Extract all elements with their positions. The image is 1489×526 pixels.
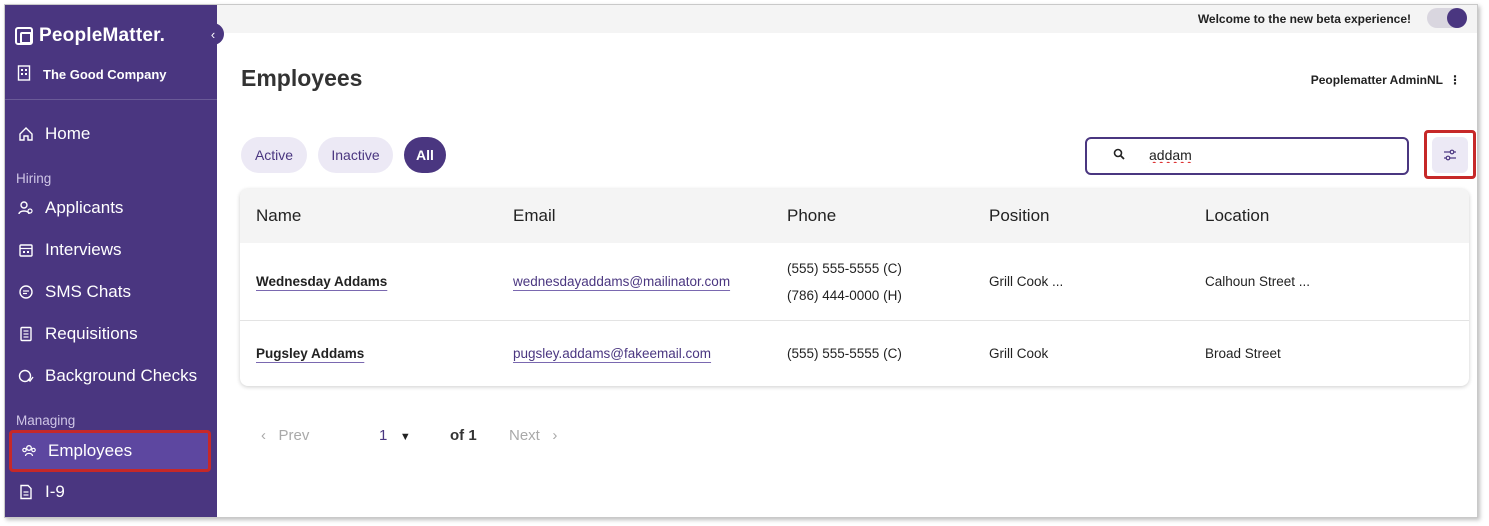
sidebar-item-label: Requisitions: [45, 324, 138, 343]
employee-phone: (555) 555-5555 (C): [787, 346, 902, 361]
employees-table: Name Email Phone Position Location Wedne…: [240, 189, 1469, 386]
prev-label: Prev: [278, 427, 310, 444]
home-icon: [17, 125, 35, 143]
employee-name-link[interactable]: Wednesday Addams: [256, 274, 387, 289]
document-icon: [17, 483, 35, 501]
calendar-icon: [17, 241, 35, 259]
collapse-sidebar-button[interactable]: ‹: [202, 23, 224, 45]
user-menu[interactable]: Peoplematter AdminNL ⋮: [1311, 73, 1461, 87]
employee-name-link[interactable]: Pugsley Addams: [256, 346, 364, 361]
user-search-icon: [17, 199, 35, 217]
sidebar-item-label: Interviews: [45, 240, 122, 259]
table-row[interactable]: Wednesday Addams wednesdayaddams@mailina…: [240, 243, 1469, 321]
brand-logo: PeopleMatter.: [15, 25, 165, 47]
toggle-knob: [1447, 8, 1467, 28]
next-label: Next: [509, 427, 540, 444]
sidebar-item-interviews[interactable]: Interviews: [17, 235, 122, 265]
beta-message: Welcome to the new beta experience!: [1197, 12, 1411, 26]
column-header-email[interactable]: Email: [513, 206, 556, 226]
employee-email-link[interactable]: pugsley.addams@fakeemail.com: [513, 346, 711, 361]
sidebar-item-requisitions[interactable]: Requisitions: [17, 319, 138, 349]
sidebar-item-applicants[interactable]: Applicants: [17, 193, 123, 223]
next-page-button[interactable]: Next ›: [509, 427, 557, 444]
prev-page-button[interactable]: ‹ Prev: [261, 427, 309, 444]
search-box: [1085, 137, 1409, 175]
users-icon: [20, 442, 38, 460]
brand-name: PeopleMatter.: [39, 25, 166, 46]
filter-chip-inactive[interactable]: Inactive: [318, 137, 393, 173]
company-name: The Good Company: [43, 67, 167, 82]
employee-email-link[interactable]: wednesdayaddams@mailinator.com: [513, 274, 730, 289]
beta-toggle[interactable]: [1427, 8, 1467, 28]
peoplematter-logo-icon: [15, 27, 33, 45]
search-icon: [1113, 148, 1125, 163]
app-window: PeopleMatter. The Good Company Home Hiri…: [4, 4, 1478, 518]
table-row[interactable]: Pugsley Addams pugsley.addams@fakeemail.…: [240, 321, 1469, 386]
column-header-position[interactable]: Position: [989, 206, 1049, 226]
sidebar-item-sms-chats[interactable]: SMS Chats: [17, 277, 131, 307]
sliders-icon: [1432, 136, 1468, 173]
employee-position: Grill Cook: [989, 346, 1049, 361]
employee-phone: (555) 555-5555 (C): [787, 261, 902, 276]
sidebar-item-label: I-9: [45, 482, 65, 501]
caret-down-icon: ▼: [399, 431, 411, 443]
search-input[interactable]: [1149, 147, 1389, 163]
sidebar-item-label: SMS Chats: [45, 282, 131, 301]
sidebar-item-label: Background Checks: [45, 366, 198, 385]
sidebar-item-label: Employees: [48, 441, 133, 460]
kebab-menu-icon: ⋮: [1449, 73, 1461, 87]
sidebar-item-i9[interactable]: I-9: [17, 477, 65, 507]
building-icon: [17, 65, 31, 84]
employee-location: Calhoun Street ...: [1205, 274, 1311, 289]
chat-bubble-icon: [17, 283, 35, 301]
employee-location: Broad Street: [1205, 346, 1281, 361]
employee-phone-secondary: (786) 444-0000 (H): [787, 288, 902, 303]
current-page: 1: [379, 427, 388, 444]
filter-chip-active[interactable]: Active: [241, 137, 307, 173]
sidebar-item-background-checks[interactable]: Background Checks: [17, 361, 197, 391]
document-list-icon: [17, 325, 35, 343]
table-header: Name Email Phone Position Location: [240, 189, 1469, 243]
user-name: Peoplematter AdminNL: [1310, 73, 1443, 87]
nav-section-hiring: Hiring: [16, 171, 52, 186]
column-header-name[interactable]: Name: [256, 206, 301, 226]
column-header-location[interactable]: Location: [1205, 206, 1269, 226]
page-total: of 1: [450, 427, 477, 444]
sidebar: PeopleMatter. The Good Company Home Hiri…: [5, 5, 217, 517]
shield-check-icon: [17, 367, 35, 385]
sidebar-item-employees[interactable]: Employees: [9, 430, 211, 472]
sidebar-item-label: Home: [45, 124, 91, 143]
nav-section-managing: Managing: [16, 413, 76, 428]
company-selector[interactable]: The Good Company: [17, 65, 167, 84]
top-bar: Welcome to the new beta experience!: [217, 5, 1477, 33]
main-content: Welcome to the new beta experience! Empl…: [217, 5, 1477, 517]
employee-position: Grill Cook ...: [989, 274, 1064, 289]
page-select[interactable]: 1 ▼: [379, 427, 411, 444]
divider: [5, 99, 217, 100]
sidebar-item-label: Applicants: [45, 198, 124, 217]
chevron-left-icon: ‹: [210, 26, 216, 42]
advanced-filter-button[interactable]: [1424, 130, 1476, 179]
chevron-right-icon: ›: [552, 427, 558, 444]
sidebar-item-home[interactable]: Home: [17, 119, 90, 149]
chevron-left-icon: ‹: [261, 427, 266, 444]
filter-chip-all[interactable]: All: [404, 137, 446, 173]
column-header-phone[interactable]: Phone: [787, 206, 836, 226]
page-title: Employees: [241, 65, 363, 91]
